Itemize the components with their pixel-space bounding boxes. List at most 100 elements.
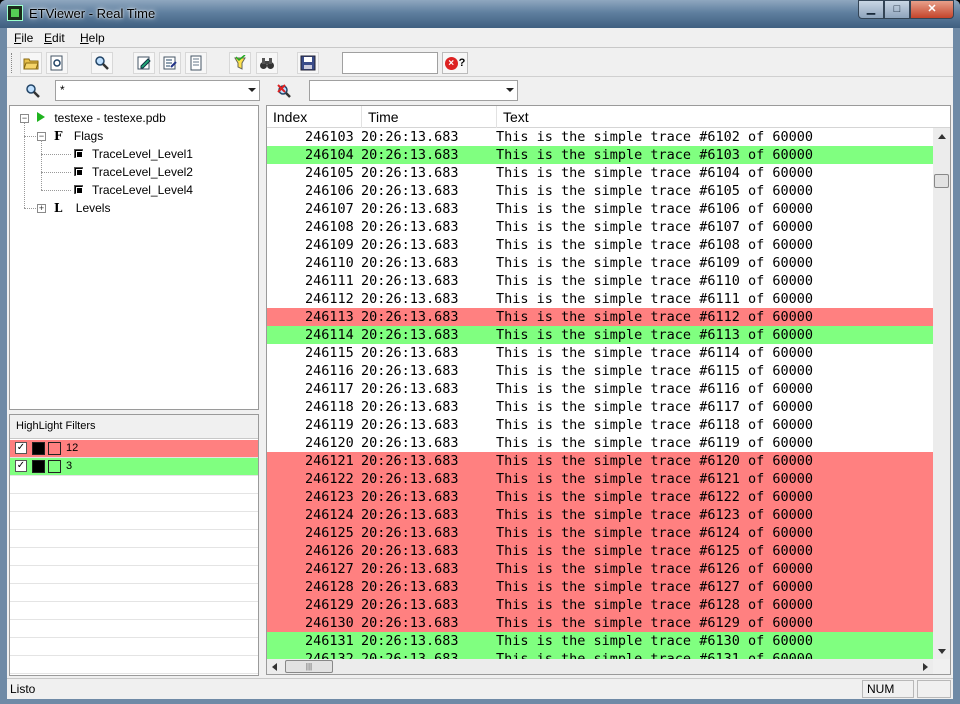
scroll-right-icon[interactable] [923,663,928,671]
text-color-swatch[interactable] [32,442,45,455]
cell-text: This is the simple trace #6120 of 60000 [496,453,813,469]
table-row[interactable]: 246123 20:26:13.683 This is the simple tra… [267,488,933,506]
column-header-text[interactable]: Text [497,106,950,128]
table-row[interactable]: 246126 20:26:13.683 This is the simple tra… [267,542,933,560]
table-row[interactable]: 246111 20:26:13.683 This is the simple tra… [267,272,933,290]
highlight-empty-row[interactable] [10,584,258,602]
scroll-down-button[interactable] [933,643,950,660]
floppy-disk-icon [300,55,316,71]
column-header-index[interactable]: Index [267,106,362,128]
table-row[interactable]: 246112 20:26:13.683 This is the simple tra… [267,290,933,308]
table-row[interactable]: 246122 20:26:13.683 This is the simple tra… [267,470,933,488]
highlight-filter-text[interactable]: 3 [66,460,72,472]
table-row[interactable]: 246108 20:26:13.683 This is the simple tra… [267,218,933,236]
table-row[interactable]: 246125 20:26:13.683 This is the simple tra… [267,524,933,542]
tree-item-flag-4[interactable]: TraceLevel_Level4 [92,181,193,199]
highlight-enable-checkbox[interactable]: ✓ [15,442,27,454]
flag-checkbox-icon[interactable] [74,185,83,194]
scroll-up-button[interactable] [933,128,950,145]
highlight-empty-row[interactable] [10,602,258,620]
exclude-filter-icon[interactable] [275,82,293,100]
exclude-filter-combo[interactable] [309,80,518,101]
highlight-filter-row[interactable]: ✓ 3 [10,458,258,476]
highlight-empty-row[interactable] [10,566,258,584]
vertical-scrollbar[interactable] [933,128,950,660]
maximize-button[interactable]: □ [884,0,910,19]
find-binoculars-button[interactable] [256,52,278,74]
table-row[interactable]: 246120 20:26:13.683 This is the simple tra… [267,434,933,452]
table-row[interactable]: 246117 20:26:13.683 This is the simple tra… [267,380,933,398]
table-row[interactable]: 246110 20:26:13.683 This is the simple tra… [267,254,933,272]
source-view-button[interactable] [185,52,207,74]
table-row[interactable]: 246118 20:26:13.683 This is the simple tra… [267,398,933,416]
text-color-swatch[interactable] [32,460,45,473]
menu-file[interactable]: File [14,31,33,45]
tree-item-flag-2[interactable]: TraceLevel_Level2 [92,163,193,181]
table-row[interactable]: 246104 20:26:13.683 This is the simple tra… [267,146,933,164]
table-row[interactable]: 246116 20:26:13.683 This is the simple tra… [267,362,933,380]
include-filter-combo[interactable]: * [55,80,260,101]
edit-source-button[interactable] [133,52,155,74]
table-row[interactable]: 246109 20:26:13.683 This is the simple tra… [267,236,933,254]
menu-edit[interactable]: Edit [44,31,65,45]
toolbar-grip[interactable] [11,53,14,73]
highlight-empty-row[interactable] [10,548,258,566]
open-pdb-button[interactable] [46,52,68,74]
highlight-filter-text[interactable]: 12 [66,442,78,454]
horizontal-scroll-thumb[interactable]: ||| [285,660,333,673]
collapse-root-toggle[interactable]: − [20,114,29,123]
flag-checkbox-icon[interactable] [74,167,83,176]
table-row[interactable]: 246105 20:26:13.683 This is the simple tra… [267,164,933,182]
title-bar[interactable]: ETViewer - Real Time ▁ □ ✕ [0,0,960,28]
trace-list[interactable]: Index Time Text 246103 20:26:13.683 This i… [266,105,951,675]
highlight-button[interactable] [229,52,251,74]
minimize-button[interactable]: ▁ [858,0,884,19]
table-row[interactable]: 246119 20:26:13.683 This is the simple tra… [267,416,933,434]
etviewer-app-icon[interactable] [7,5,23,21]
highlight-empty-row[interactable] [10,476,258,494]
open-folder-button[interactable] [20,52,42,74]
highlight-empty-row[interactable] [10,656,258,674]
table-row[interactable]: 246103 20:26:13.683 This is the simple tra… [267,128,933,146]
table-row[interactable]: 246129 20:26:13.683 This is the simple tra… [267,596,933,614]
highlight-empty-row[interactable] [10,512,258,530]
vertical-scroll-thumb[interactable] [934,174,949,188]
background-color-swatch[interactable] [48,442,61,455]
scroll-left-icon[interactable] [272,663,277,671]
highlight-empty-row[interactable] [10,494,258,512]
highlight-empty-row[interactable] [10,638,258,656]
table-row[interactable]: 246106 20:26:13.683 This is the simple tra… [267,182,933,200]
table-row[interactable]: 246114 20:26:13.683 This is the simple tra… [267,326,933,344]
highlight-empty-row[interactable] [10,530,258,548]
flag-checkbox-icon[interactable] [74,149,83,158]
highlight-filter-row[interactable]: ✓ 12 [10,440,258,458]
tree-item-flag-1[interactable]: TraceLevel_Level1 [92,145,193,163]
menu-help[interactable]: Help [80,31,105,45]
table-row[interactable]: 246107 20:26:13.683 This is the simple tra… [267,200,933,218]
table-row[interactable]: 246115 20:26:13.683 This is the simple tra… [267,344,933,362]
table-row[interactable]: 246127 20:26:13.683 This is the simple tra… [267,560,933,578]
include-filter-icon[interactable] [24,82,42,100]
tree-item-root[interactable]: testexe - testexe.pdb [36,109,166,127]
column-header-time[interactable]: Time [362,106,497,128]
table-row[interactable]: 246113 20:26:13.683 This is the simple tra… [267,308,933,326]
find-button[interactable] [91,52,113,74]
edit-highlight-button[interactable] [159,52,181,74]
close-button[interactable]: ✕ [910,0,954,19]
tree-item-flags[interactable]: F Flags [54,127,103,145]
table-row[interactable]: 246131 20:26:13.683 This is the simple tra… [267,632,933,650]
provider-tree[interactable]: − testexe - testexe.pdb − F Flags TraceL… [9,105,259,410]
highlight-empty-row[interactable] [10,620,258,638]
highlight-enable-checkbox[interactable]: ✓ [15,460,27,472]
search-input[interactable] [342,52,438,74]
table-row[interactable]: 246121 20:26:13.683 This is the simple tra… [267,452,933,470]
table-row[interactable]: 246128 20:26:13.683 This is the simple tra… [267,578,933,596]
table-row[interactable]: 246124 20:26:13.683 This is the simple tra… [267,506,933,524]
table-row[interactable]: 246130 20:26:13.683 This is the simple tra… [267,614,933,632]
expand-levels-toggle[interactable]: + [37,204,46,213]
tree-item-levels[interactable]: L Levels [54,199,110,217]
background-color-swatch[interactable] [48,460,61,473]
save-button[interactable] [297,52,319,74]
clear-search-button[interactable]: × ? [442,52,468,74]
horizontal-scrollbar[interactable]: ||| [267,659,933,674]
